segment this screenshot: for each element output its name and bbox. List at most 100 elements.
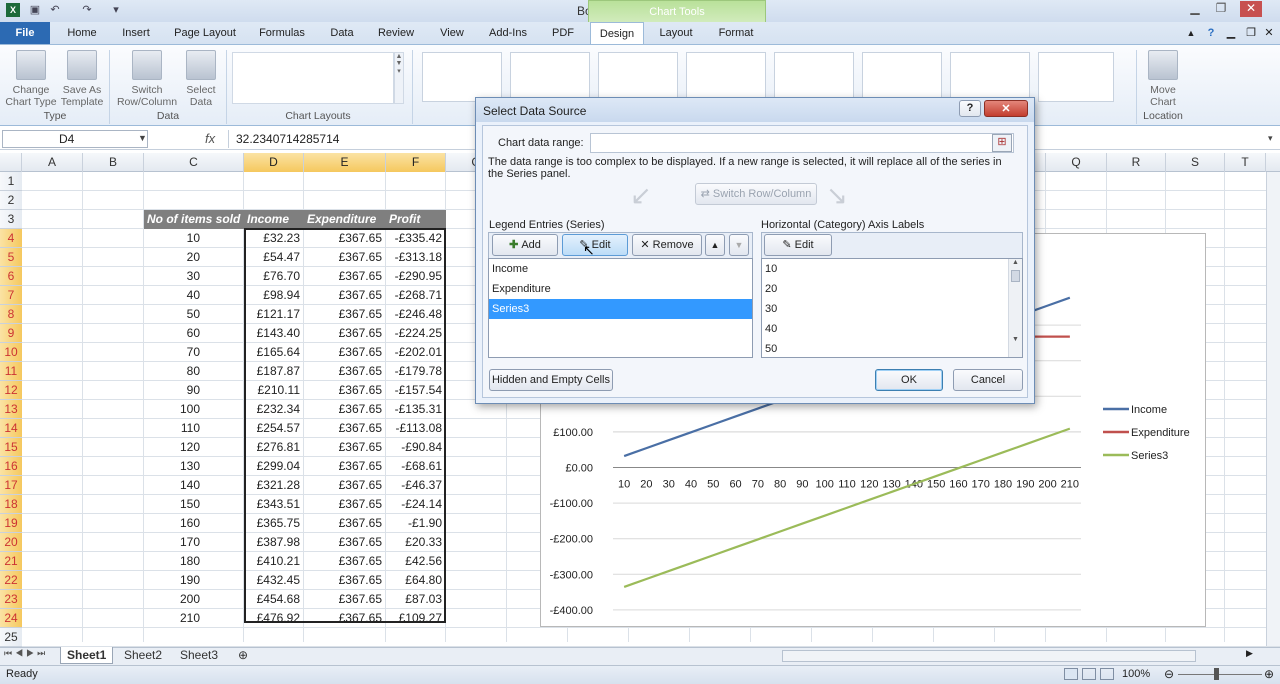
series-item-series3[interactable]: Series3 — [489, 299, 752, 319]
table-cell[interactable]: £367.65 — [304, 457, 386, 476]
table-cell[interactable]: -£313.18 — [386, 248, 446, 267]
category-item[interactable]: 40 — [762, 319, 1022, 339]
table-cell[interactable]: £32.23 — [244, 229, 304, 248]
close-window-icon[interactable]: ✕ — [1240, 1, 1262, 17]
ok-button[interactable]: OK — [875, 369, 943, 391]
table-cell[interactable]: £165.64 — [244, 343, 304, 362]
tab-pdf[interactable]: PDF — [542, 22, 584, 44]
table-cell[interactable]: 210 — [144, 609, 244, 628]
row-header-25[interactable]: 25 — [0, 628, 22, 647]
save-as-template-button[interactable]: Save As Template — [58, 48, 106, 110]
row-header-5[interactable]: 5 — [0, 248, 22, 267]
vertical-scrollbar[interactable] — [1266, 172, 1280, 646]
sheet-nav-arrows-icon[interactable]: ⏮◀▶⏭ — [4, 648, 48, 659]
table-cell[interactable]: £367.65 — [304, 286, 386, 305]
row-header-7[interactable]: 7 — [0, 286, 22, 305]
tab-design[interactable]: Design — [590, 22, 644, 44]
table-cell[interactable]: £387.98 — [244, 533, 304, 552]
chart-style-5[interactable] — [774, 52, 854, 102]
workbook-restore-icon[interactable]: ❐ — [1244, 22, 1258, 44]
table-cell[interactable]: £187.87 — [244, 362, 304, 381]
table-cell[interactable]: £365.75 — [244, 514, 304, 533]
category-item[interactable]: 10 — [762, 259, 1022, 279]
table-cell[interactable]: £367.65 — [304, 533, 386, 552]
table-cell[interactable]: £367.65 — [304, 229, 386, 248]
name-box[interactable]: D4 — [2, 130, 148, 148]
minimize-icon[interactable]: ▁ — [1184, 1, 1206, 17]
table-cell[interactable]: 190 — [144, 571, 244, 590]
page-layout-view-icon[interactable] — [1082, 668, 1096, 680]
table-cell[interactable]: -£24.14 — [386, 495, 446, 514]
row-header-13[interactable]: 13 — [0, 400, 22, 419]
name-box-dropdown-icon[interactable]: ▼ — [138, 133, 147, 143]
tab-format[interactable]: Format — [708, 22, 764, 44]
category-list[interactable]: 10 20 30 40 50 ▲ ▼ — [761, 258, 1023, 358]
table-cell[interactable]: £121.17 — [244, 305, 304, 324]
select-data-button[interactable]: Select Data — [180, 48, 222, 110]
switch-row-column-button[interactable]: Switch Row/Column — [114, 48, 180, 110]
column-header-d[interactable]: D — [244, 153, 304, 172]
tab-insert[interactable]: Insert — [112, 22, 160, 44]
table-cell[interactable]: 30 — [144, 267, 244, 286]
table-cell[interactable]: £367.65 — [304, 305, 386, 324]
row-header-9[interactable]: 9 — [0, 324, 22, 343]
table-cell[interactable]: 20 — [144, 248, 244, 267]
row-header-21[interactable]: 21 — [0, 552, 22, 571]
formula-input[interactable]: 32.2340714285714 — [236, 132, 339, 146]
row-header-10[interactable]: 10 — [0, 343, 22, 362]
insert-sheet-icon[interactable]: ⊕ — [232, 647, 254, 664]
insert-function-icon[interactable]: fx — [205, 131, 215, 146]
table-cell[interactable]: £321.28 — [244, 476, 304, 495]
tab-view[interactable]: View — [430, 22, 474, 44]
expand-formula-bar-icon[interactable]: ▾ — [1268, 133, 1273, 144]
table-cell[interactable]: £367.65 — [304, 514, 386, 533]
column-header-t[interactable]: T — [1225, 153, 1266, 172]
row-header-1[interactable]: 1 — [0, 172, 22, 191]
table-cell[interactable]: £476.92 — [244, 609, 304, 628]
horizontal-scrollbar[interactable] — [782, 650, 1196, 662]
table-cell[interactable]: £54.47 — [244, 248, 304, 267]
change-chart-type-button[interactable]: Change Chart Type — [4, 48, 58, 110]
row-header-16[interactable]: 16 — [0, 457, 22, 476]
tab-home[interactable]: Home — [58, 22, 106, 44]
table-cell[interactable]: £367.65 — [304, 343, 386, 362]
table-cell[interactable]: £367.65 — [304, 552, 386, 571]
table-cell[interactable]: £367.65 — [304, 476, 386, 495]
gallery-scroll[interactable]: ▲ ▼ ▾ — [394, 52, 404, 104]
table-cell[interactable]: -£335.42 — [386, 229, 446, 248]
row-header-18[interactable]: 18 — [0, 495, 22, 514]
table-cell[interactable]: £410.21 — [244, 552, 304, 571]
scroll-right-icon[interactable]: ▶ — [1246, 648, 1253, 659]
table-cell[interactable]: 200 — [144, 590, 244, 609]
table-cell[interactable]: 40 — [144, 286, 244, 305]
row-header-24[interactable]: 24 — [0, 609, 22, 628]
table-cell[interactable]: -£224.25 — [386, 324, 446, 343]
table-cell[interactable]: £367.65 — [304, 324, 386, 343]
table-cell[interactable]: £98.94 — [244, 286, 304, 305]
table-cell[interactable]: £20.33 — [386, 533, 446, 552]
table-cell[interactable]: 90 — [144, 381, 244, 400]
table-cell[interactable]: £367.65 — [304, 248, 386, 267]
table-cell[interactable]: £276.81 — [244, 438, 304, 457]
tab-formulas[interactable]: Formulas — [250, 22, 314, 44]
header-expenditure[interactable]: Expenditure — [304, 210, 386, 229]
table-cell[interactable]: 70 — [144, 343, 244, 362]
table-cell[interactable]: 130 — [144, 457, 244, 476]
remove-series-button[interactable]: ✕ Remove — [632, 234, 702, 256]
row-header-17[interactable]: 17 — [0, 476, 22, 495]
table-cell[interactable]: -£179.78 — [386, 362, 446, 381]
zoom-slider[interactable] — [1178, 674, 1262, 675]
chart-style-1[interactable] — [422, 52, 502, 102]
category-item[interactable]: 30 — [762, 299, 1022, 319]
chart-style-7[interactable] — [950, 52, 1030, 102]
range-collapse-icon[interactable]: ⊞ — [992, 134, 1012, 152]
table-cell[interactable]: 120 — [144, 438, 244, 457]
column-header-a[interactable]: A — [22, 153, 83, 172]
row-header-15[interactable]: 15 — [0, 438, 22, 457]
workbook-minimize-icon[interactable]: ▁ — [1224, 22, 1238, 44]
dialog-help-button[interactable]: ? — [959, 100, 981, 117]
chart-data-range-input[interactable] — [590, 133, 1014, 153]
table-cell[interactable]: -£246.48 — [386, 305, 446, 324]
table-cell[interactable]: -£157.54 — [386, 381, 446, 400]
series-list[interactable]: Income Expenditure Series3 — [488, 258, 753, 358]
